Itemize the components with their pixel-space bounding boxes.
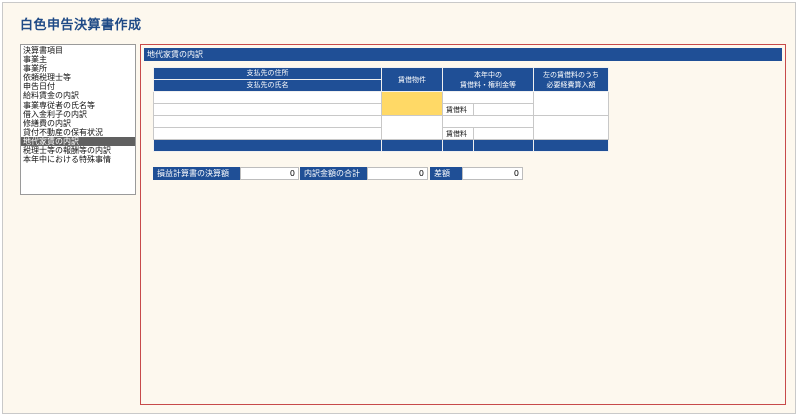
nav-item-office[interactable]: 事業所 bbox=[21, 64, 135, 73]
nav-item-special[interactable]: 本年中における特殊事情 bbox=[21, 155, 135, 164]
pl-amount-group: 損益計算書の決算額 0 bbox=[153, 167, 299, 180]
nav-item-family-employee[interactable]: 事業専従者の氏名等 bbox=[21, 101, 135, 110]
address-field-2[interactable] bbox=[153, 115, 382, 128]
nav-item-salary[interactable]: 給料賃金の内訳 bbox=[21, 91, 135, 100]
header-rent-line1: 本年中の bbox=[474, 70, 502, 79]
header-property: 賃借物件 bbox=[381, 67, 443, 92]
difference-field: 0 bbox=[462, 167, 523, 180]
name-field-1[interactable] bbox=[153, 103, 382, 116]
breakdown-total-label: 内訳金額の合計 bbox=[300, 167, 367, 180]
section-header: 地代家賃の内訳 bbox=[144, 48, 782, 61]
nav-item-rental-property[interactable]: 貸付不動産の保有状況 bbox=[21, 128, 135, 137]
rent-table: 支払先の住所 賃借物件 本年中の 賃借料・権利金等 左の賃借料のうち 必要経費算… bbox=[153, 67, 609, 152]
table-footer bbox=[473, 139, 534, 152]
section-list[interactable]: 決算書項目 事業主 事業所 依頼税理士等 申告日付 給料賃金の内訳 事業専従者の… bbox=[20, 44, 136, 195]
header-rent-line2: 賃借料・権利金等 bbox=[460, 80, 516, 89]
table-footer bbox=[153, 139, 382, 152]
difference-label: 差額 bbox=[430, 167, 462, 180]
table-footer bbox=[442, 139, 474, 152]
nav-item-repair[interactable]: 修繕費の内訳 bbox=[21, 119, 135, 128]
app-window: 白色申告決算書作成 決算書項目 事業主 事業所 依頼税理士等 申告日付 給料賃金… bbox=[2, 2, 796, 414]
expense-field-1[interactable] bbox=[533, 91, 609, 116]
header-expense: 左の賃借料のうち 必要経費算入額 bbox=[533, 67, 609, 92]
table-footer bbox=[381, 139, 443, 152]
rent-label-2: 賃借料 bbox=[442, 127, 474, 140]
header-name: 支払先の氏名 bbox=[153, 79, 382, 92]
pl-amount-field[interactable]: 0 bbox=[240, 167, 299, 180]
property-field-2[interactable] bbox=[381, 115, 443, 140]
rent-label-1: 賃借料 bbox=[442, 103, 474, 116]
name-field-2[interactable] bbox=[153, 127, 382, 140]
breakdown-total-group: 内訳金額の合計 0 bbox=[300, 167, 428, 180]
expense-field-2[interactable] bbox=[533, 115, 609, 140]
header-rent: 本年中の 賃借料・権利金等 bbox=[442, 67, 534, 92]
table-footer bbox=[533, 139, 609, 152]
nav-item-items[interactable]: 決算書項目 bbox=[21, 46, 135, 55]
nav-item-owner[interactable]: 事業主 bbox=[21, 55, 135, 64]
address-field-1[interactable] bbox=[153, 91, 382, 104]
pl-amount-label: 損益計算書の決算額 bbox=[153, 167, 240, 180]
header-expense-line2: 必要経費算入額 bbox=[546, 80, 596, 89]
rent-field-2[interactable] bbox=[473, 127, 534, 140]
app-title: 白色申告決算書作成 bbox=[20, 18, 142, 33]
nav-item-tax-accountant[interactable]: 依頼税理士等 bbox=[21, 73, 135, 82]
property-field-1[interactable] bbox=[381, 91, 443, 116]
header-expense-line1: 左の賃借料のうち bbox=[543, 70, 599, 79]
nav-item-rent[interactable]: 地代家賃の内訳 bbox=[21, 136, 135, 147]
breakdown-total-field: 0 bbox=[367, 167, 428, 180]
nav-item-fees[interactable]: 税理士等の報酬等の内訳 bbox=[21, 146, 135, 155]
difference-group: 差額 0 bbox=[430, 167, 523, 180]
rent-field-1[interactable] bbox=[473, 103, 534, 116]
nav-item-loan-interest[interactable]: 借入金利子の内訳 bbox=[21, 110, 135, 119]
rights-field-2[interactable] bbox=[442, 115, 534, 128]
detail-panel: 地代家賃の内訳 支払先の住所 賃借物件 本年中の 賃借料・権利金等 左の賃借料の… bbox=[140, 44, 786, 405]
nav-item-filing-date[interactable]: 申告日付 bbox=[21, 82, 135, 91]
header-address: 支払先の住所 bbox=[153, 67, 382, 80]
rights-field-1[interactable] bbox=[442, 91, 534, 104]
